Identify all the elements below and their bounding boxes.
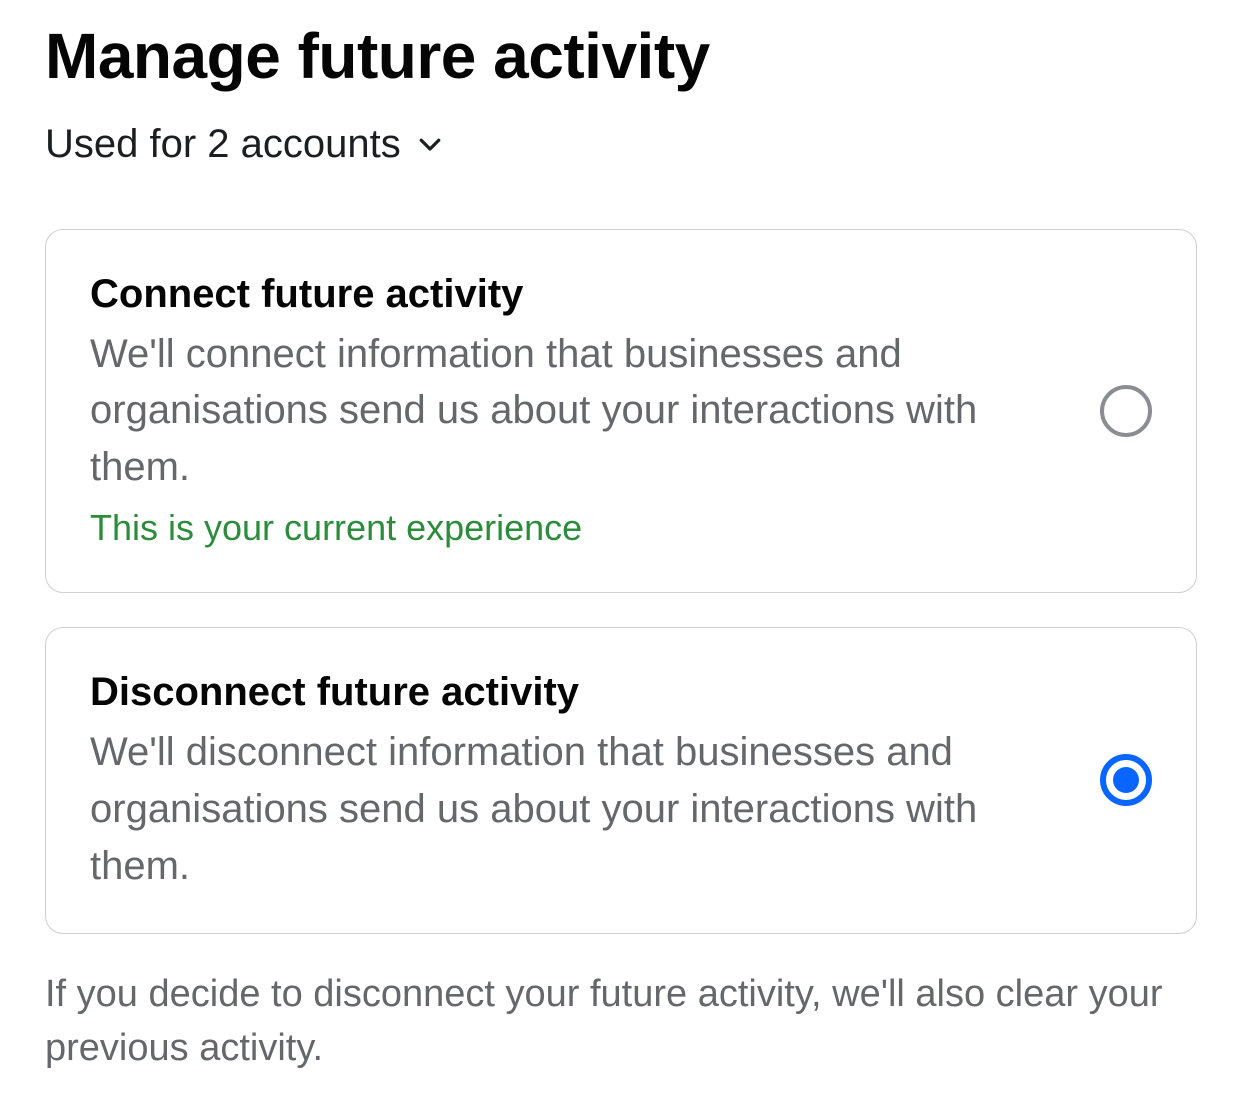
accounts-dropdown[interactable]: Used for 2 accounts (45, 122, 1197, 167)
radio-button-disconnect[interactable] (1100, 754, 1152, 806)
option-current-note: This is your current experience (90, 502, 1064, 554)
option-connect-future-activity[interactable]: Connect future activity We'll connect in… (45, 229, 1197, 594)
option-description: We'll connect information that businesse… (90, 326, 1064, 496)
option-title: Disconnect future activity (90, 666, 1064, 718)
accounts-label: Used for 2 accounts (45, 122, 401, 167)
option-title: Connect future activity (90, 268, 1064, 320)
radio-selected-icon (1100, 754, 1152, 806)
option-description: We'll disconnect information that busine… (90, 724, 1064, 894)
radio-button-connect[interactable] (1100, 385, 1152, 437)
option-disconnect-future-activity[interactable]: Disconnect future activity We'll disconn… (45, 627, 1197, 933)
radio-unselected-icon (1100, 385, 1152, 437)
footer-info-text: If you decide to disconnect your future … (45, 968, 1197, 1076)
page-title: Manage future activity (45, 20, 1197, 94)
option-content: Connect future activity We'll connect in… (90, 268, 1064, 555)
option-content: Disconnect future activity We'll disconn… (90, 666, 1064, 894)
chevron-down-icon (415, 129, 445, 159)
